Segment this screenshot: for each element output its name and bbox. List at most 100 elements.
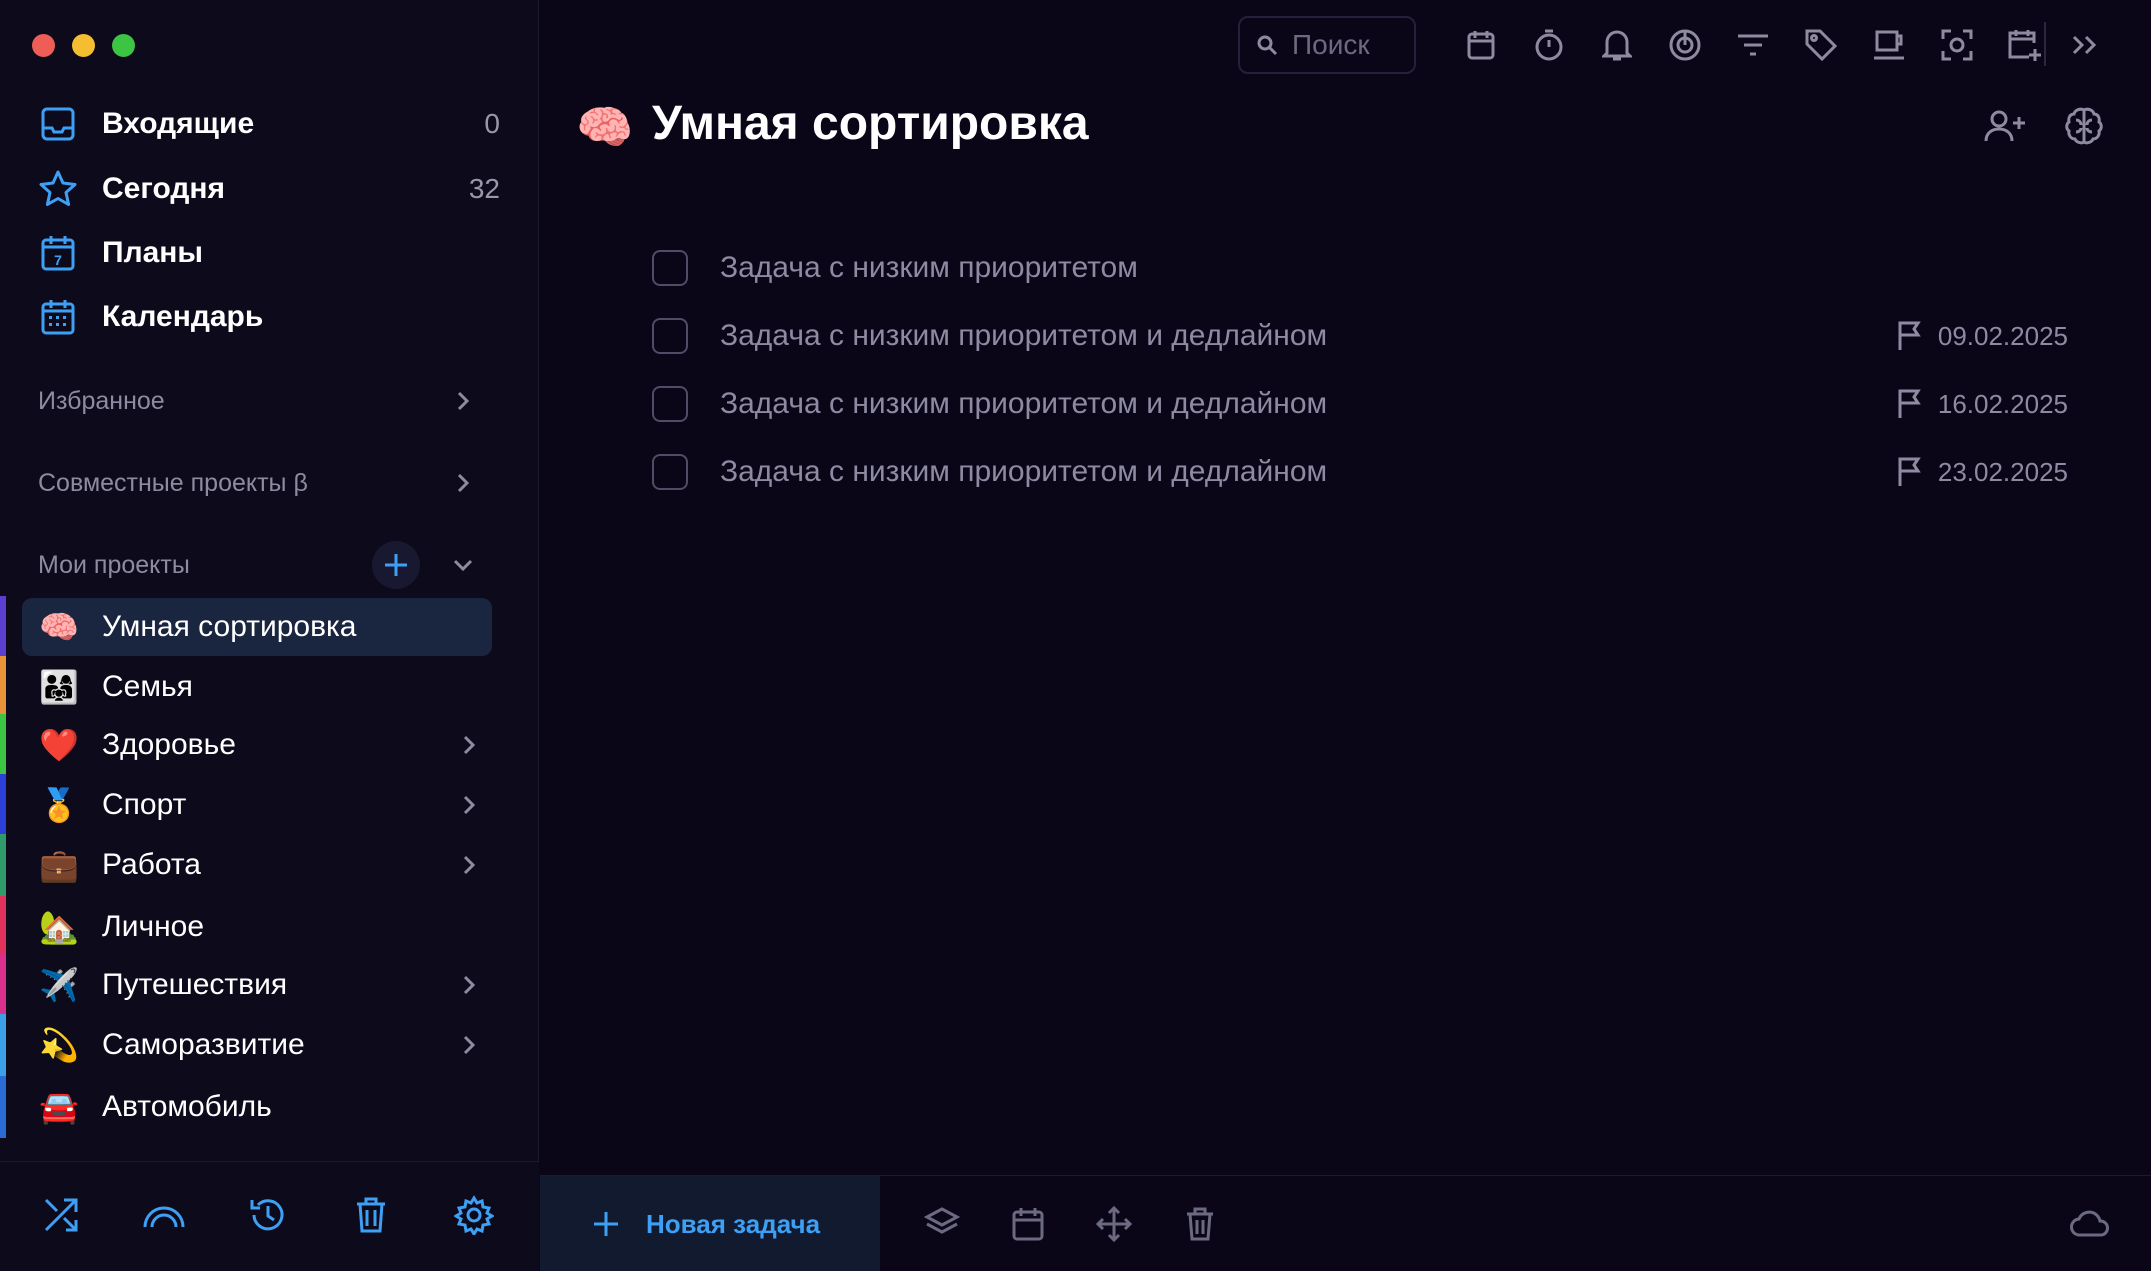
trash-icon[interactable] xyxy=(1176,1200,1224,1248)
sidebar-item-inbox[interactable]: Входящие 0 xyxy=(38,96,500,152)
task-checkbox[interactable] xyxy=(652,318,688,354)
project-emoji: 💫 xyxy=(39,1027,79,1063)
sidebar-project-item[interactable]: ❤️ Здоровье xyxy=(22,716,492,774)
sidebar-item-count: 32 xyxy=(468,173,500,204)
sidebar-project-item[interactable]: ✈️ Путешествия xyxy=(22,956,492,1014)
chevron-down-icon[interactable] xyxy=(448,550,478,580)
task-row[interactable]: Задача с низким приоритетом и дедлайном 0… xyxy=(652,308,2092,364)
zoom-window-button[interactable] xyxy=(112,34,135,57)
task-deadline: 09.02.2025 xyxy=(1896,320,2068,352)
new-task-button[interactable]: Новая задача xyxy=(540,1176,880,1271)
sidebar-project-item[interactable]: 🚘 Автомобиль xyxy=(22,1078,492,1136)
project-label: Путешествия xyxy=(102,968,288,1001)
add-member-icon[interactable] xyxy=(1980,100,2032,152)
search-box[interactable] xyxy=(1238,16,1416,74)
brain-icon[interactable] xyxy=(2058,100,2110,152)
project-emoji: 💼 xyxy=(39,847,79,883)
chevron-right-icon[interactable] xyxy=(454,850,484,880)
coffee-icon[interactable] xyxy=(1866,22,1912,68)
app-window: Входящие 0 Сегодня 32 7 Планы Календарь … xyxy=(0,0,2151,1271)
bottom-bar: Новая задача xyxy=(540,1175,2151,1271)
trash-icon[interactable] xyxy=(348,1192,394,1238)
add-calendar-icon[interactable] xyxy=(2002,22,2048,68)
sidebar: Входящие 0 Сегодня 32 7 Планы Календарь … xyxy=(0,0,539,1271)
bell-icon[interactable] xyxy=(1594,22,1640,68)
project-emoji: ✈️ xyxy=(39,967,79,1003)
task-checkbox[interactable] xyxy=(652,250,688,286)
sidebar-project-item[interactable]: 👨‍👩‍👧 Семья xyxy=(22,658,492,716)
cloud-icon[interactable] xyxy=(2066,1200,2114,1248)
sidebar-item-label: Входящие xyxy=(102,107,255,140)
task-row[interactable]: Задача с низким приоритетом и дедлайном 2… xyxy=(652,444,2092,500)
star-icon xyxy=(38,169,78,209)
project-color-stripe xyxy=(0,656,6,718)
timer-icon[interactable] xyxy=(1526,22,1572,68)
task-row[interactable]: Задача с низким приоритетом xyxy=(652,240,2092,296)
sidebar-project-item[interactable]: 💼 Работа xyxy=(22,836,492,894)
sidebar-bottom-bar xyxy=(0,1161,539,1271)
sidebar-item-label: Планы xyxy=(102,236,204,269)
layers-icon[interactable] xyxy=(918,1200,966,1248)
sidebar-project-item[interactable]: 🏅 Спорт xyxy=(22,776,492,834)
calendar-icon[interactable] xyxy=(1458,22,1504,68)
task-checkbox[interactable] xyxy=(652,386,688,422)
sidebar-project-item[interactable]: 🏡 Личное xyxy=(22,898,492,956)
shuffle-icon[interactable] xyxy=(38,1192,84,1238)
project-label: Автомобиль xyxy=(102,1090,272,1123)
focus-icon[interactable] xyxy=(1662,22,1708,68)
task-label: Задача с низким приоритетом xyxy=(720,251,1138,284)
task-deadline: 16.02.2025 xyxy=(1896,388,2068,420)
search-icon xyxy=(1257,35,1278,56)
project-color-stripe xyxy=(0,596,6,658)
sidebar-item-label: Сегодня xyxy=(102,172,226,205)
calendar-7-icon: 7 xyxy=(38,233,78,273)
chevron-right-icon xyxy=(448,468,478,498)
calendar-icon[interactable] xyxy=(1004,1200,1052,1248)
tag-icon[interactable] xyxy=(1798,22,1844,68)
rainbow-icon[interactable] xyxy=(141,1192,187,1238)
sidebar-project-item[interactable]: 💫 Саморазвитие xyxy=(22,1016,492,1074)
deadline-date: 23.02.2025 xyxy=(1937,456,2068,487)
project-color-stripe xyxy=(0,714,6,776)
search-input[interactable] xyxy=(1292,29,1402,61)
project-color-stripe xyxy=(0,954,6,1016)
sidebar-item-plans[interactable]: 7 Планы xyxy=(38,225,500,281)
task-label: Задача с низким приоритетом и дедлайном xyxy=(720,387,1328,420)
minimize-window-button[interactable] xyxy=(72,34,95,57)
inbox-icon xyxy=(38,104,78,144)
sidebar-item-count: 0 xyxy=(484,108,500,139)
add-project-button[interactable] xyxy=(372,541,420,589)
settings-icon[interactable] xyxy=(451,1192,497,1238)
sidebar-item-today[interactable]: Сегодня 32 xyxy=(38,161,500,217)
project-color-stripe xyxy=(0,774,6,836)
expand-icon[interactable] xyxy=(2062,22,2108,68)
history-icon[interactable] xyxy=(245,1192,291,1238)
plus-icon xyxy=(594,1212,618,1236)
chevron-right-icon xyxy=(448,386,478,416)
project-emoji: 🚘 xyxy=(39,1089,79,1125)
task-checkbox[interactable] xyxy=(652,454,688,490)
move-icon[interactable] xyxy=(1090,1200,1138,1248)
project-label: Здоровье xyxy=(102,728,236,761)
chevron-right-icon[interactable] xyxy=(454,1030,484,1060)
chevron-right-icon[interactable] xyxy=(454,970,484,1000)
task-label: Задача с низким приоритетом и дедлайном xyxy=(720,455,1328,488)
filter-icon[interactable] xyxy=(1730,22,1776,68)
section-favorites[interactable]: Избранное xyxy=(38,376,478,426)
section-shared-projects[interactable]: Совместные проекты β xyxy=(38,458,478,508)
window-controls xyxy=(32,34,135,57)
project-color-stripe xyxy=(0,834,6,896)
sidebar-item-calendar[interactable]: Календарь xyxy=(38,289,500,345)
task-row[interactable]: Задача с низким приоритетом и дедлайном 1… xyxy=(652,376,2092,432)
chevron-right-icon[interactable] xyxy=(454,730,484,760)
task-deadline: 23.02.2025 xyxy=(1896,456,2068,488)
project-label: Работа xyxy=(102,848,201,881)
section-label: Совместные проекты β xyxy=(38,468,308,497)
chevron-right-icon[interactable] xyxy=(454,790,484,820)
close-window-button[interactable] xyxy=(32,34,55,57)
project-color-stripe xyxy=(0,1076,6,1138)
project-emoji: 🧠 xyxy=(576,101,634,153)
capture-icon[interactable] xyxy=(1934,22,1980,68)
flag-icon xyxy=(1898,389,1921,418)
sidebar-project-item[interactable]: 🧠 Умная сортировка xyxy=(22,598,492,656)
